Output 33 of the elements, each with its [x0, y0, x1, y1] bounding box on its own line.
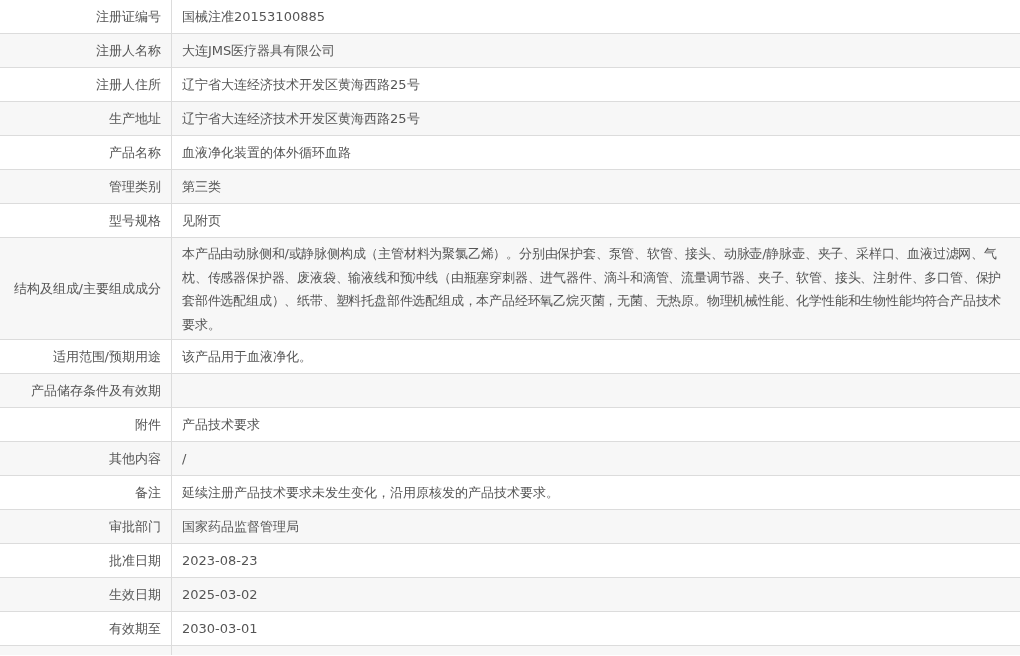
field-label: 注册人名称 — [96, 41, 161, 60]
field-label: 其他内容 — [109, 449, 161, 468]
field-label: 结构及组成/主要组成成分 — [13, 279, 161, 298]
field-value: 国械注准20153100885 — [182, 7, 325, 26]
field-value: 本产品由动脉侧和/或静脉侧构成（主管材料为聚氯乙烯）。分别由保护套、泵管、软管、接头、动脉壶/静脉壶、夹子、采样口、血液过滤网、气枕、传感器保护器、废液袋、输液线和预冲线（由瓶塞穿刺器、进气器件、滴斗和滴管、流量调节器、夹子、软管、接头、注射件、多口管、保护套部件选配组成）、纸带、塑料托盘部件选配组成，本产品经环氧乙烷灭菌，无菌、无热原。物理机械性能、化学性能和生物性能均符合产品技术要求。 — [182, 245, 1003, 334]
field-value: / — [182, 451, 187, 466]
field-value: 该产品用于血液净化。 — [182, 347, 312, 366]
field-value: 血液净化装置的体外循环血路 — [182, 143, 351, 162]
field-label: 产品名称 — [109, 143, 161, 162]
field-value: 2030-03-01 — [182, 621, 258, 636]
field-label: 产品储存条件及有效期 — [31, 381, 161, 400]
field-value: 第三类 — [182, 177, 221, 196]
field-value: 延续注册产品技术要求未发生变化，沿用原核发的产品技术要求。 — [182, 483, 559, 502]
field-value: 大连JMS医疗器具有限公司 — [182, 41, 336, 60]
field-label: 管理类别 — [109, 177, 161, 196]
field-value: 产品技术要求 — [182, 415, 260, 434]
field-label: 生产地址 — [109, 109, 161, 128]
field-value: 辽宁省大连经济技术开发区黄海西路25号 — [182, 75, 420, 94]
field-value: 2023-08-23 — [182, 553, 258, 568]
field-value: 2025-03-02 — [182, 587, 258, 602]
field-value: 国家药品监督管理局 — [182, 517, 299, 536]
field-label: 生效日期 — [109, 585, 161, 604]
field-label: 注册人住所 — [96, 75, 161, 94]
field-value: 辽宁省大连经济技术开发区黄海西路25号 — [182, 109, 420, 128]
field-label: 型号规格 — [109, 211, 161, 230]
field-label: 注册证编号 — [96, 7, 161, 26]
field-label: 有效期至 — [109, 619, 161, 638]
field-label: 适用范围/预期用途 — [52, 347, 161, 366]
field-value: 见附页 — [182, 211, 221, 230]
field-label: 审批部门 — [109, 517, 161, 536]
field-label: 备注 — [135, 483, 161, 502]
field-label: 附件 — [135, 415, 161, 434]
field-label: 批准日期 — [109, 551, 161, 570]
